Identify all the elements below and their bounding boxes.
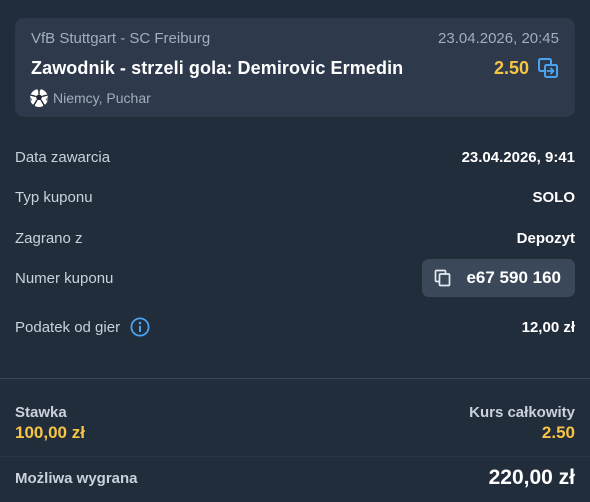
copy-coupon-button[interactable]: e67 590 160 bbox=[422, 259, 575, 297]
placed-date-label: Data zawarcia bbox=[15, 148, 111, 166]
swap-icon[interactable] bbox=[537, 57, 559, 79]
tax-label: Podatek od gier bbox=[15, 318, 121, 336]
possible-win-row: Możliwa wygrana 220,00 zł bbox=[15, 466, 575, 490]
stake-value: 100,00 zł bbox=[15, 423, 85, 442]
match-row: VfB Stuttgart - SC Freiburg 23.04.2026, … bbox=[31, 30, 559, 47]
coupon-type-value: SOLO bbox=[532, 188, 575, 206]
info-icon[interactable] bbox=[130, 317, 150, 337]
coupon-number-label: Numer kuponu bbox=[15, 269, 114, 287]
odds-value: 2.50 bbox=[493, 57, 529, 78]
total-odds-value: 2.50 bbox=[541, 423, 575, 442]
total-odds-group: Kurs całkowity 2.50 bbox=[469, 404, 575, 444]
soccer-ball-icon bbox=[29, 88, 49, 108]
win-divider bbox=[0, 456, 590, 457]
coupon-number-value: e67 590 160 bbox=[466, 268, 561, 287]
tax-value: 12,00 zł bbox=[521, 318, 575, 336]
bet-card: VfB Stuttgart - SC Freiburg 23.04.2026, … bbox=[15, 18, 575, 117]
played-from-value: Depozyt bbox=[516, 229, 575, 247]
row-placed-date: Data zawarcia 23.04.2026, 9:41 bbox=[15, 146, 575, 168]
row-played-from: Zagrano z Depozyt bbox=[15, 227, 575, 249]
divider bbox=[0, 378, 590, 379]
selection-name: Zawodnik - strzeli gola: Demirovic Ermed… bbox=[31, 57, 404, 78]
possible-win-value: 220,00 zł bbox=[488, 466, 575, 489]
match-name: VfB Stuttgart - SC Freiburg bbox=[31, 30, 211, 47]
stake-label: Stawka bbox=[15, 404, 67, 421]
match-datetime: 23.04.2026, 20:45 bbox=[438, 30, 559, 47]
odds-group: 2.50 bbox=[494, 57, 559, 79]
selection-row: Zawodnik - strzeli gola: Demirovic Ermed… bbox=[31, 57, 559, 79]
stake-group: Stawka 100,00 zł bbox=[15, 404, 85, 444]
possible-win-label: Możliwa wygrana bbox=[15, 469, 138, 487]
tax-label-group: Podatek od gier bbox=[15, 317, 150, 337]
bet-details-panel: VfB Stuttgart - SC Freiburg 23.04.2026, … bbox=[0, 0, 590, 502]
placed-date-value: 23.04.2026, 9:41 bbox=[461, 148, 575, 166]
league-row: Niemcy, Puchar bbox=[29, 88, 151, 108]
total-odds-label: Kurs całkowity bbox=[469, 404, 575, 421]
league-name: Niemcy, Puchar bbox=[53, 90, 151, 106]
stake-odds-row: Stawka 100,00 zł Kurs całkowity 2.50 bbox=[15, 404, 575, 444]
row-tax: Podatek od gier 12,00 zł bbox=[15, 316, 575, 338]
played-from-label: Zagrano z bbox=[15, 229, 83, 247]
coupon-type-label: Typ kuponu bbox=[15, 188, 93, 206]
row-coupon-number: Numer kuponu e67 590 160 bbox=[15, 258, 575, 298]
row-coupon-type: Typ kuponu SOLO bbox=[15, 186, 575, 208]
copy-icon bbox=[434, 269, 452, 287]
